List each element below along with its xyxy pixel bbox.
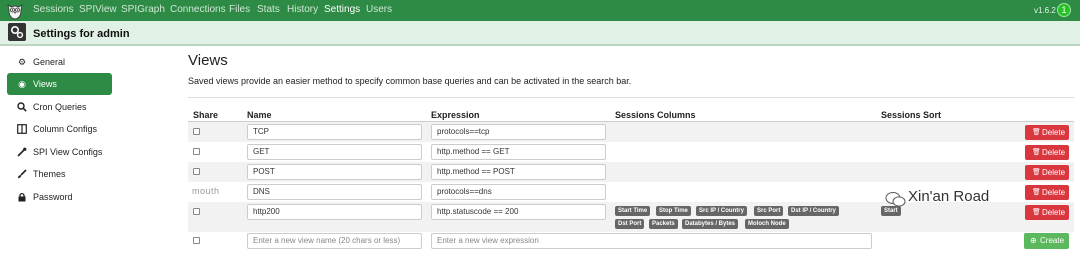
- sidebar-item-spi-view-configs[interactable]: SPI View Configs: [7, 141, 112, 163]
- settings-header: Settings for admin: [0, 21, 1080, 46]
- column-tag: Databytes / Bytes: [682, 219, 739, 229]
- nav-settings[interactable]: Settings: [324, 4, 360, 15]
- paint-brush-icon: [18, 169, 27, 179]
- eye-icon: ◉: [18, 79, 26, 89]
- nav-spigraph[interactable]: SPIGraph: [121, 4, 165, 15]
- column-tag: Packets: [649, 219, 678, 229]
- view-expression-input[interactable]: protocols==dns: [431, 184, 606, 200]
- view-name-input[interactable]: POST: [247, 164, 422, 180]
- eyedropper-icon: [17, 147, 27, 157]
- column-tag: Src Port: [754, 206, 784, 216]
- column-tag: Src IP / Country: [696, 206, 747, 216]
- sidebar-item-label: SPI View Configs: [33, 147, 103, 157]
- nav-sessions[interactable]: Sessions: [33, 4, 74, 15]
- column-header-name: Name: [247, 110, 272, 120]
- share-checkbox[interactable]: [193, 168, 200, 175]
- column-header-share: Share: [193, 110, 219, 120]
- share-checkbox[interactable]: [193, 208, 200, 215]
- delete-button[interactable]: 🗑 Delete: [1025, 145, 1069, 160]
- sidebar-item-password[interactable]: Password: [7, 186, 112, 208]
- sidebar-item-themes[interactable]: Themes: [7, 163, 112, 185]
- lock-icon: [18, 192, 26, 202]
- view-expression-input[interactable]: http.method == GET: [431, 144, 606, 160]
- nav-history[interactable]: History: [287, 4, 318, 15]
- delete-button[interactable]: 🗑 Delete: [1025, 185, 1069, 200]
- sidebar-item-label: Cron Queries: [33, 102, 87, 112]
- column-tag: Stop Time: [656, 206, 691, 216]
- columns-icon: [17, 124, 27, 134]
- plus-circle-icon: ⊕: [1030, 236, 1037, 245]
- view-expression-input[interactable]: http.method == POST: [431, 164, 606, 180]
- sidebar-item-label: Column Configs: [33, 124, 98, 134]
- create-button[interactable]: ⊕ Create: [1024, 233, 1069, 249]
- view-name-input[interactable]: DNS: [247, 184, 422, 200]
- new-view-expression-input[interactable]: Enter a new view expression: [431, 233, 872, 249]
- column-tag: Moloch Node: [745, 219, 789, 229]
- top-navbar: Sessions SPIView SPIGraph Connections Fi…: [0, 0, 1080, 21]
- share-checkbox[interactable]: [193, 128, 200, 135]
- version-label: v1.6.2: [1034, 6, 1056, 15]
- page-title: Views: [188, 52, 228, 69]
- sidebar-item-label: General: [33, 57, 66, 67]
- sidebar-item-label: Views: [33, 79, 57, 89]
- view-name-input[interactable]: http200: [247, 204, 422, 220]
- view-expression-input[interactable]: protocols==tcp: [431, 124, 606, 140]
- user-avatar[interactable]: 1: [1057, 3, 1071, 17]
- new-view-name-input[interactable]: Enter a new view name (20 chars or less): [247, 233, 422, 249]
- gear-icon: ⚙: [17, 57, 27, 67]
- sidebar-item-column-configs[interactable]: Column Configs: [7, 118, 112, 140]
- nav-connections[interactable]: Connections: [170, 4, 226, 15]
- column-tag: Start Time: [615, 206, 651, 216]
- sidebar-item-cron-queries[interactable]: Cron Queries: [7, 96, 112, 118]
- column-tag: Dst Port: [615, 219, 645, 229]
- sidebar-item-general[interactable]: ⚙ General: [7, 51, 112, 73]
- trash-icon: 🗑: [1032, 169, 1041, 176]
- column-header-sessions-columns: Sessions Columns: [615, 110, 696, 120]
- watermark-text: mouth: [192, 186, 220, 196]
- divider: [188, 97, 1074, 98]
- view-name-input[interactable]: GET: [247, 144, 422, 160]
- nav-files[interactable]: Files: [229, 4, 250, 15]
- trash-icon: 🗑: [1032, 209, 1041, 216]
- column-header-expression: Expression: [431, 110, 480, 120]
- nav-spiview[interactable]: SPIView: [79, 4, 117, 15]
- view-name-input[interactable]: TCP: [247, 124, 422, 140]
- share-checkbox[interactable]: [193, 237, 200, 244]
- nav-users[interactable]: Users: [366, 4, 392, 15]
- trash-icon: 🗑: [1032, 129, 1041, 136]
- page-description: Saved views provide an easier method to …: [188, 76, 632, 86]
- delete-button[interactable]: 🗑 Delete: [1025, 165, 1069, 180]
- settings-gears-icon: [8, 23, 26, 41]
- share-checkbox[interactable]: [193, 148, 200, 155]
- search-icon: [17, 102, 27, 112]
- delete-button[interactable]: 🗑 Delete: [1025, 205, 1069, 220]
- trash-icon: 🗑: [1032, 189, 1041, 196]
- view-expression-input[interactable]: http.statuscode == 200: [431, 204, 606, 220]
- sidebar-item-views[interactable]: ◉ Views: [7, 73, 112, 95]
- column-tag: Dst IP / Country: [788, 206, 839, 216]
- chat-bubbles-icon: [885, 192, 906, 207]
- sidebar-item-label: Password: [33, 192, 73, 202]
- trash-icon: 🗑: [1032, 149, 1041, 156]
- nav-stats[interactable]: Stats: [257, 4, 280, 15]
- column-header-sessions-sort: Sessions Sort: [881, 110, 942, 120]
- owl-logo-icon[interactable]: [6, 2, 24, 20]
- watermark-text: Xin'an Road: [908, 188, 990, 205]
- delete-button[interactable]: 🗑 Delete: [1025, 125, 1069, 140]
- sidebar-item-label: Themes: [33, 169, 66, 179]
- page-header-title: Settings for admin: [33, 28, 130, 40]
